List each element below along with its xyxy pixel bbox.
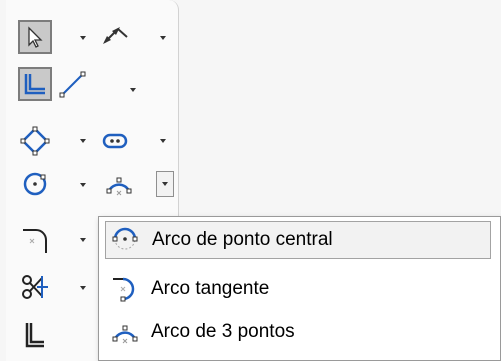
corner-rectangle-icon [24, 74, 45, 95]
menu-item-label: Arco tangente [151, 278, 270, 299]
arc-flyout-menu: Arco de ponto central Arco tangente Arco… [98, 216, 501, 361]
circle-icon [23, 172, 47, 196]
slot-icon [102, 133, 128, 149]
slot-button[interactable] [98, 124, 132, 158]
line-icon [59, 71, 86, 98]
menu-item-label: Arco de 3 pontos [151, 321, 295, 342]
offset-entities-icon [25, 323, 44, 348]
menu-item-three-point-arc[interactable]: Arco de 3 pontos [105, 313, 491, 351]
three-point-arc-icon [105, 317, 145, 347]
circle-button[interactable] [18, 167, 52, 201]
corner-rectangle-button[interactable] [18, 67, 52, 101]
three-point-arc-icon [106, 177, 132, 196]
tangent-arc-icon [105, 274, 145, 304]
select-pointer-button[interactable] [18, 20, 52, 54]
polygon-icon [20, 126, 50, 156]
menu-item-tangent-arc[interactable]: Arco tangente [105, 270, 491, 308]
menu-item-label: Arco de ponto central [152, 229, 333, 250]
trim-entities-button[interactable] [18, 270, 52, 304]
line-dropdown[interactable] [126, 80, 140, 100]
polygon-button[interactable] [18, 124, 52, 158]
centerpoint-arc-icon [106, 225, 146, 255]
smart-dimension-icon [103, 27, 128, 44]
trim-dropdown[interactable] [76, 278, 90, 298]
circle-dropdown[interactable] [76, 175, 90, 195]
trim-entities-icon [22, 275, 48, 299]
polygon-dropdown[interactable] [76, 131, 90, 151]
menu-item-centerpoint-arc[interactable]: Arco de ponto central [105, 221, 491, 259]
fillet-dropdown[interactable] [76, 230, 90, 250]
select-dropdown[interactable] [76, 28, 90, 48]
smart-dimension-button[interactable] [98, 20, 132, 54]
sketch-fillet-icon [23, 229, 47, 253]
smart-dimension-dropdown[interactable] [156, 28, 170, 48]
line-button[interactable] [56, 67, 90, 101]
cursor-arrow-icon [28, 26, 43, 48]
slot-dropdown[interactable] [156, 131, 170, 151]
arc-dropdown[interactable] [156, 171, 174, 197]
arc-button[interactable] [102, 167, 136, 201]
offset-entities-button[interactable] [18, 318, 52, 352]
sketch-fillet-button[interactable] [18, 223, 52, 257]
